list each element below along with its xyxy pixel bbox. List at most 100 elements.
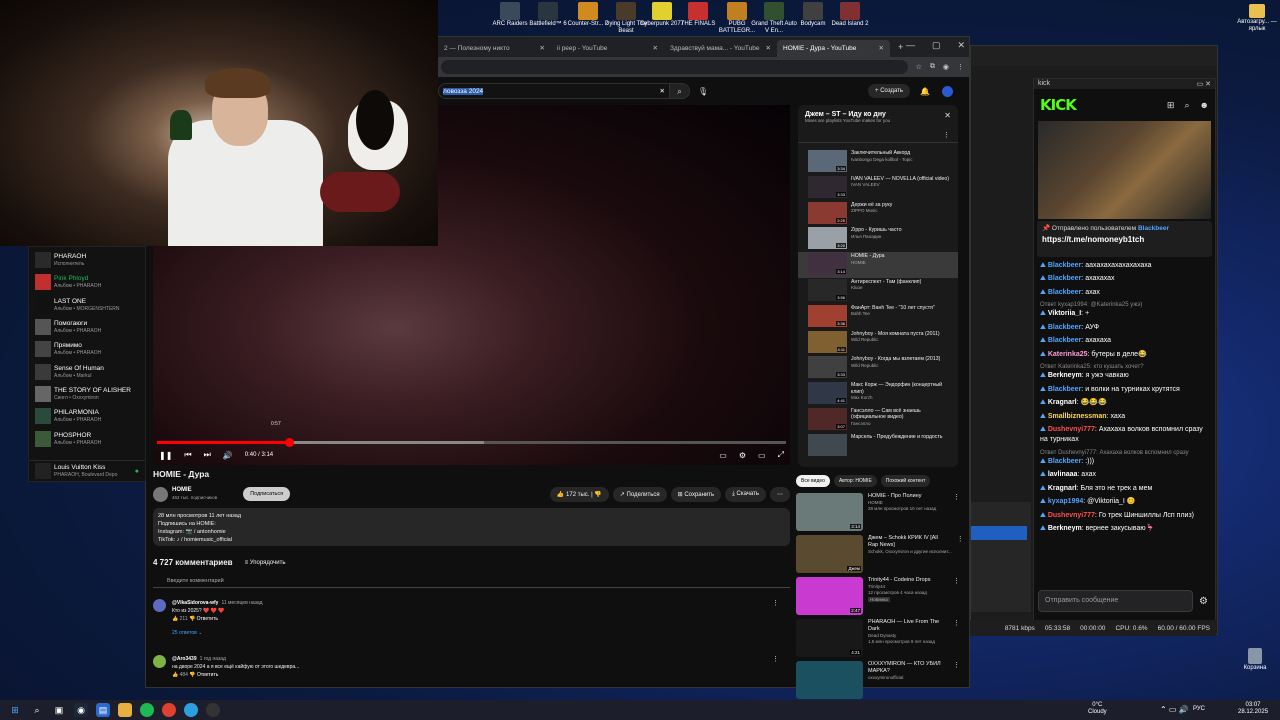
library-item[interactable]: Sense Of Human Альбом • Markul — [29, 360, 145, 382]
playlist-item[interactable]: 3:33 Johnyboy - Когда мы взлетаем (2013) W… — [798, 355, 958, 381]
recommended-video[interactable]: Джем Джем – Schokk КРИК IV [All Rap News]… — [146, 535, 966, 577]
window-controls[interactable]: ▭ ✕ — [1197, 80, 1211, 88]
chat-username[interactable]: Katerinka25 — [1048, 351, 1088, 358]
chat-username[interactable]: Blackbeer — [1048, 324, 1081, 331]
chat-username[interactable]: Dushevnyi777 — [1048, 512, 1095, 519]
chat-username[interactable]: Dushevnyi777 — [1048, 426, 1095, 433]
settings-icon[interactable]: ⚙ — [739, 451, 746, 460]
playlist-item[interactable]: 3:33 IVAN VALEEV — NOVELLA (official vide… — [798, 175, 958, 201]
filter-chip[interactable]: Все видео — [796, 475, 830, 487]
recycle-bin[interactable]: Корзина — [1230, 648, 1280, 672]
playlist-item[interactable]: 3:56 Антиреспект - Там (фанклип) Kluoe — [798, 278, 958, 304]
more-icon[interactable]: ⋮ — [953, 661, 960, 669]
playlist-item[interactable]: Марсель - Предубеждение и гордость — [798, 433, 958, 459]
recommended-video[interactable]: OXXXYMIRON — КТО УБИЛ МАРКА? oxxxymironof… — [146, 661, 966, 703]
search-button[interactable]: ⌕ — [670, 83, 690, 99]
theater-icon[interactable]: ▭ — [758, 451, 766, 460]
playlist-item[interactable]: 3:07 Гансэлло — Сам всё знаешь (официальн… — [798, 407, 958, 433]
recommended-video[interactable]: 2:47 Trinity44 - Codeine Drops Trinity44 12… — [146, 577, 966, 619]
spotify-icon[interactable] — [140, 703, 154, 717]
close-icon[interactable]: ✕ — [653, 44, 658, 52]
recommended-video[interactable]: 4:21 PHARAOH — Live From The Dark Dead Dyn… — [146, 619, 966, 661]
playlist-item[interactable]: 2:25 Держи её за руку ZIPPO Music — [798, 201, 958, 227]
library-item[interactable]: Помогаюги Альбом • PHARAOH — [29, 316, 145, 338]
mic-icon[interactable]: 🎙 — [698, 87, 708, 96]
filter-chip[interactable]: Похожий контент — [880, 475, 931, 487]
desktop-shortcut[interactable]: Автозагру... — ярлык — [1232, 4, 1280, 33]
extensions-icon[interactable]: ⧉ — [930, 63, 935, 71]
more-icon[interactable]: ⋮ — [953, 493, 960, 501]
browser-tab[interactable]: HOMIE - Дура - YouTube ✕ — [777, 40, 890, 57]
library-item[interactable]: LAST ONE Альбом • MORGENSHTERN — [29, 294, 145, 316]
playlist-item[interactable]: 4:41 Макс Корж — Эндорфин (концертный кли… — [798, 381, 958, 407]
chat-username[interactable]: Kragnarl — [1048, 485, 1077, 492]
playlist-item[interactable]: 4:11 Johnyboy - Моя комната пуста (2011) W… — [798, 330, 958, 356]
filter-chip[interactable]: Автор: HOMIE — [833, 475, 877, 487]
chrome-icon[interactable] — [162, 703, 176, 717]
weather-widget[interactable]: 0°C Cloudy — [1088, 702, 1107, 716]
explorer-icon[interactable]: ▤ — [96, 703, 110, 717]
clear-icon[interactable]: ✕ — [660, 87, 665, 95]
chat-username[interactable]: Berkneym — [1048, 525, 1082, 532]
chat-username[interactable]: Smallbiznessman — [1048, 413, 1107, 420]
playlist-item[interactable]: 3:36 ФанАрт: Baнh Tee - "10 лет спустя" Ba… — [798, 304, 958, 330]
avatar[interactable] — [942, 85, 953, 97]
library-item[interactable]: THE STORY OF ALISHER Сингл • Oxxxymiron — [29, 383, 145, 405]
previous-icon[interactable]: ⏮ — [184, 450, 191, 460]
chat-username[interactable]: lavlinaaa — [1048, 471, 1078, 478]
telegram-icon[interactable] — [184, 703, 198, 717]
playlist-item[interactable]: 3:34 Заключительный Аккорд Ivanbongo Dega … — [798, 149, 958, 175]
settings-icon[interactable]: ⚙ — [1199, 596, 1208, 607]
kick-logo[interactable]: KICK — [1040, 96, 1157, 114]
folder-icon[interactable] — [118, 703, 132, 717]
browser-tab[interactable]: ii peep - YouTube ✕ — [551, 40, 664, 57]
language-indicator[interactable]: РУС — [1193, 706, 1205, 713]
menu-icon[interactable]: ⋮ — [957, 63, 964, 71]
chat-username[interactable]: Blackbeer — [1048, 386, 1081, 393]
library-item[interactable]: PHILARMONIA Альбом • PHARAOH — [29, 405, 145, 427]
more-icon[interactable]: ⋮ — [957, 535, 964, 543]
steam-icon[interactable]: ◉ — [74, 703, 88, 717]
chat-username[interactable]: Blackbeer — [1048, 458, 1081, 465]
user-icon[interactable]: ☻ — [1200, 100, 1209, 110]
volume-icon[interactable]: 🔊 — [223, 451, 233, 460]
more-icon[interactable]: ⋮ — [943, 131, 950, 139]
stream-preview[interactable] — [1038, 121, 1211, 219]
close-icon[interactable]: ✕ — [944, 111, 951, 120]
task-view-icon[interactable]: ▣ — [52, 703, 66, 717]
start-icon[interactable]: ⊞ — [8, 703, 22, 717]
chat-username[interactable]: Blackbeer — [1048, 275, 1081, 282]
create-button[interactable]: + Создать — [868, 84, 911, 98]
chat-username[interactable]: Viktoriia_I — [1048, 310, 1081, 317]
new-tab-icon[interactable]: + — [890, 42, 903, 57]
chat-input[interactable]: Отправить сообщение — [1038, 590, 1193, 612]
tray-icons[interactable]: ⌃ ▭ 🔊 — [1160, 706, 1189, 714]
bookmark-icon[interactable]: ☆ — [916, 63, 922, 71]
recommended-video[interactable]: 3:14 HOMIE - Про Полину HOMIE 28 млн просмо… — [146, 493, 966, 535]
pinned-link[interactable]: https://t.me/nomoneyb1tch — [1042, 235, 1207, 244]
gift-icon[interactable]: ⊞ — [1167, 100, 1175, 111]
profile-icon[interactable]: ◉ — [943, 63, 949, 71]
library-item[interactable]: Louis Vuitton Kiss PHARAOH, Boulevard Dep… — [29, 459, 145, 482]
bell-icon[interactable]: 🔔 — [920, 87, 930, 96]
close-icon[interactable]: ✕ — [879, 44, 884, 52]
close-icon[interactable]: ✕ — [766, 44, 771, 52]
playlist-item[interactable]: 3:20 Zippo - Куришь часто Илья Паладин — [798, 226, 958, 252]
library-item[interactable]: PHARAOH Исполнитель — [29, 249, 145, 271]
library-item[interactable]: PHOSPHOR Альбом • PHARAOH — [29, 427, 145, 449]
chat-username[interactable]: Berkneym — [1048, 372, 1082, 379]
search-icon[interactable]: ⌕ — [1184, 100, 1189, 111]
desktop-icon[interactable]: Dead Island 2 — [825, 2, 875, 28]
more-icon[interactable]: ⋮ — [953, 577, 960, 585]
library-item[interactable]: Pink Phloyd Альбом • PHARAOH — [29, 271, 145, 293]
browser-tab[interactable]: Здравствуй мама... - YouTube ✕ — [664, 40, 777, 57]
search-input[interactable]: ловозза 2024 ✕ — [438, 83, 670, 99]
pause-icon[interactable]: ❚❚ — [159, 451, 172, 460]
chat-username[interactable]: Blackbeer — [1048, 262, 1081, 269]
omnibox[interactable] — [441, 60, 908, 74]
fullscreen-icon[interactable]: ⤢ — [778, 450, 784, 460]
subtitles-icon[interactable]: ▭ — [719, 451, 727, 460]
search-icon[interactable]: ⌕ — [30, 703, 44, 717]
close-icon[interactable]: ✕ — [540, 44, 545, 52]
library-item[interactable]: Прямимо Альбом • PHARAOH — [29, 338, 145, 360]
